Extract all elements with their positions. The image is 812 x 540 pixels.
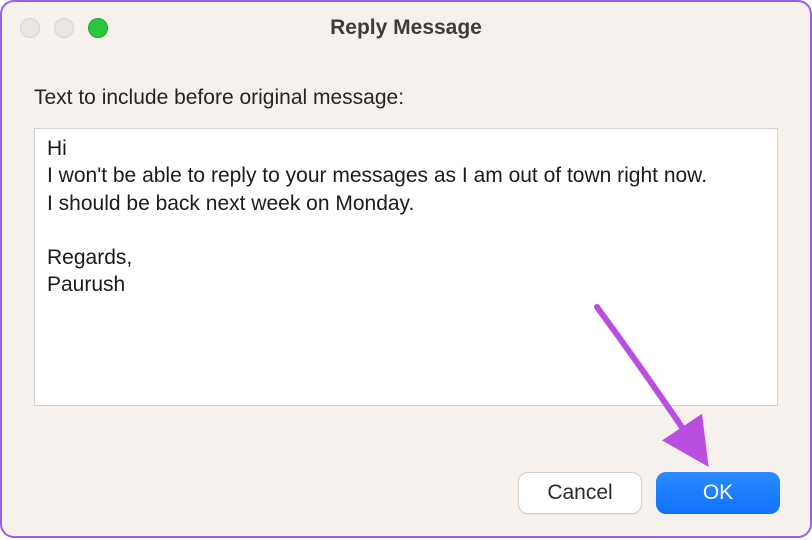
content-area: Text to include before original message: — [2, 54, 810, 454]
window-title: Reply Message — [2, 16, 810, 40]
cancel-button[interactable]: Cancel — [518, 472, 642, 514]
message-label: Text to include before original message: — [34, 86, 778, 110]
minimize-window-button[interactable] — [54, 18, 74, 38]
ok-button[interactable]: OK — [656, 472, 780, 514]
footer: Cancel OK — [2, 454, 810, 536]
message-textarea[interactable] — [34, 128, 778, 406]
titlebar: Reply Message — [2, 2, 810, 54]
close-window-button[interactable] — [20, 18, 40, 38]
zoom-window-button[interactable] — [88, 18, 108, 38]
reply-message-window: Reply Message Text to include before ori… — [0, 0, 812, 538]
traffic-lights — [20, 18, 108, 38]
